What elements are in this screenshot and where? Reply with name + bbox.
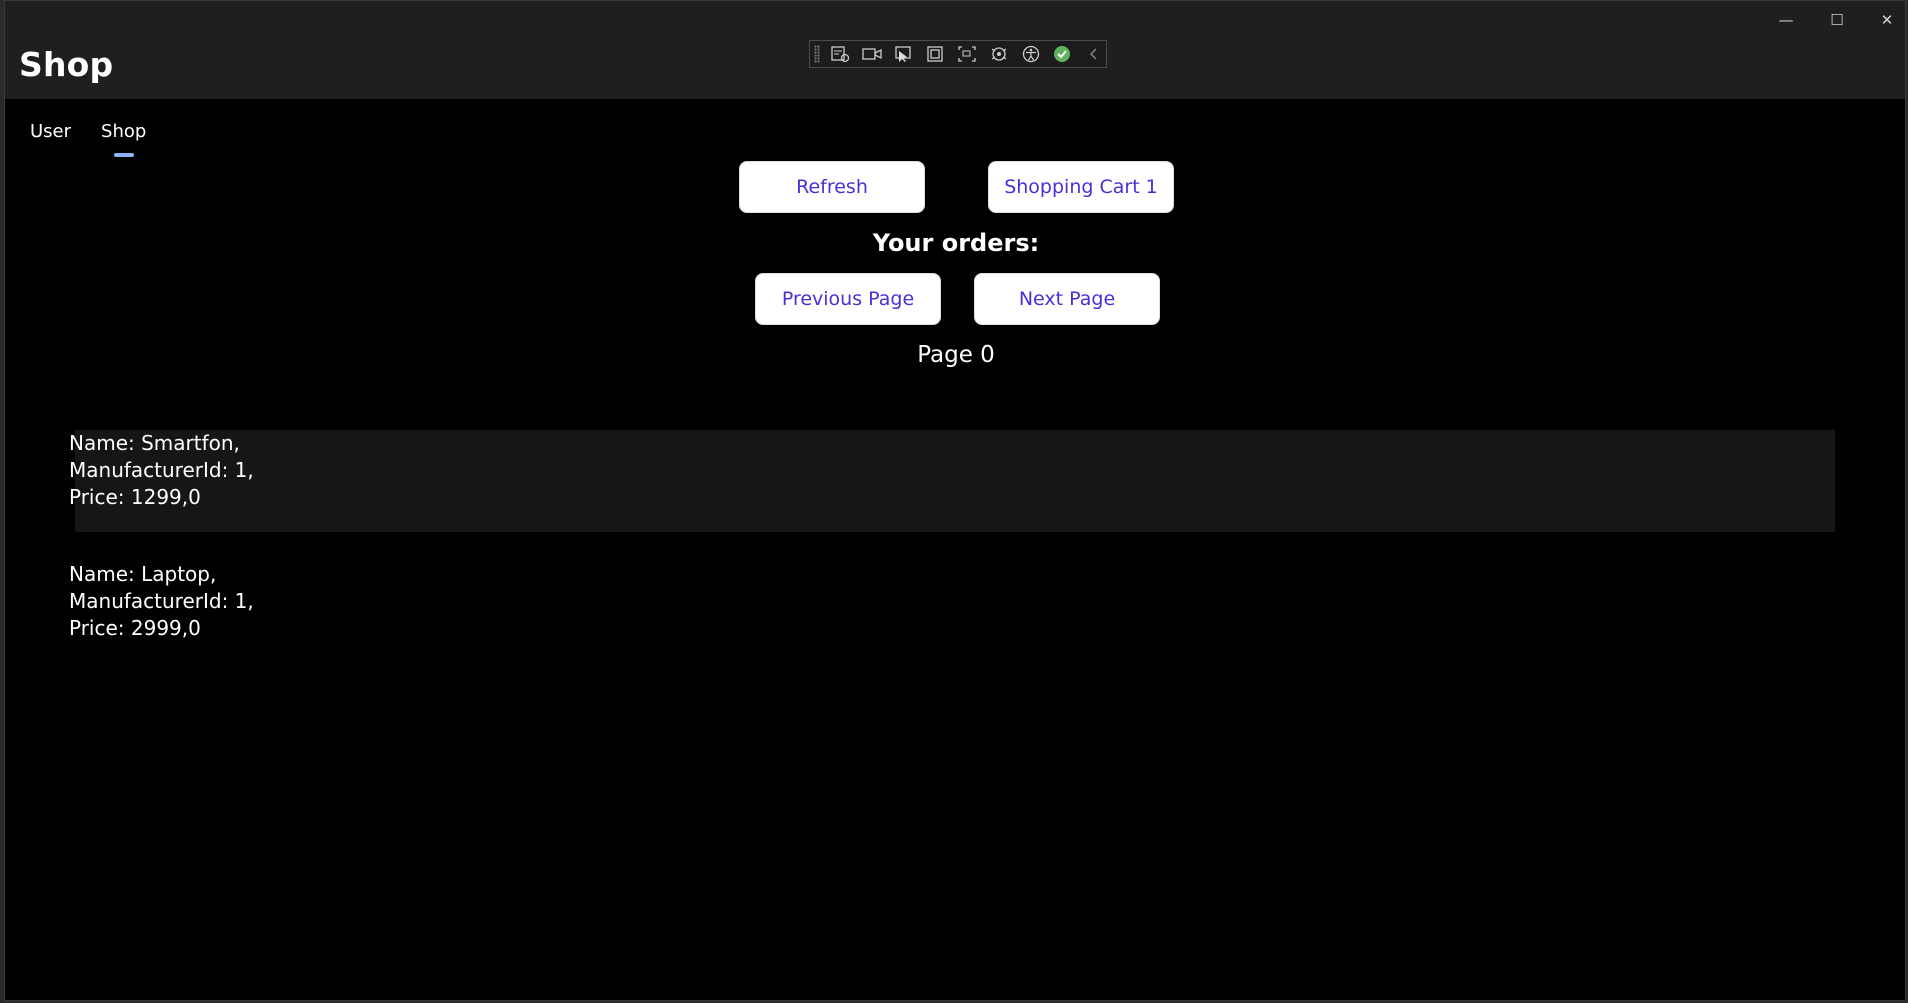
toolbar-grip[interactable]	[814, 45, 820, 63]
select-element-icon[interactable]	[892, 43, 916, 65]
list-item[interactable]: Name: Smartfon, ManufacturerId: 1, Price…	[69, 430, 1835, 532]
nav-tabs: User Shop	[15, 113, 161, 157]
live-visual-tree-icon[interactable]	[828, 43, 852, 65]
next-page-button[interactable]: Next Page	[974, 273, 1160, 325]
previous-page-button[interactable]: Previous Page	[755, 273, 941, 325]
product-price: Price: 2999,0	[69, 616, 201, 640]
checkmark-icon[interactable]	[1050, 43, 1074, 65]
record-icon[interactable]	[860, 43, 884, 65]
maximize-button[interactable]: ☐	[1816, 7, 1858, 33]
debug-toolbar	[809, 40, 1107, 68]
app-window: — ☐ ✕ Shop User Shop Refresh Shopping Ca…	[4, 0, 1906, 1001]
product-name: Name: Smartfon,	[69, 431, 240, 455]
track-focus-icon[interactable]	[955, 43, 979, 65]
refresh-button[interactable]: Refresh	[739, 161, 925, 213]
tab-selected-indicator	[113, 153, 134, 157]
product-price: Price: 1299,0	[69, 485, 201, 509]
title-bar[interactable]	[5, 1, 1905, 39]
maximize-icon: ☐	[1830, 11, 1844, 29]
product-manufacturer: ManufacturerId: 1,	[69, 589, 254, 613]
orders-heading: Your orders:	[872, 229, 1040, 257]
display-layout-adorners-icon[interactable]	[923, 43, 947, 65]
close-icon: ✕	[1880, 11, 1894, 29]
close-button[interactable]: ✕	[1866, 7, 1905, 33]
list-item[interactable]: Name: Laptop, ManufacturerId: 1, Price: …	[69, 561, 1835, 663]
binding-failures-icon[interactable]	[987, 43, 1011, 65]
product-manufacturer: ManufacturerId: 1,	[69, 458, 254, 482]
tab-user[interactable]: User	[15, 113, 86, 157]
tab-shop[interactable]: Shop	[86, 113, 161, 157]
page-indicator: Page 0	[917, 342, 995, 368]
page-title: Shop	[19, 45, 114, 84]
shopping-cart-button[interactable]: Shopping Cart 1	[988, 161, 1174, 213]
tab-label: Shop	[101, 121, 147, 142]
product-name: Name: Laptop,	[69, 562, 217, 586]
minimize-button[interactable]: —	[1765, 7, 1807, 33]
minimize-icon: —	[1778, 11, 1794, 29]
collapse-icon[interactable]	[1082, 43, 1106, 65]
accessibility-icon[interactable]	[1019, 43, 1043, 65]
tab-label: User	[30, 121, 72, 142]
